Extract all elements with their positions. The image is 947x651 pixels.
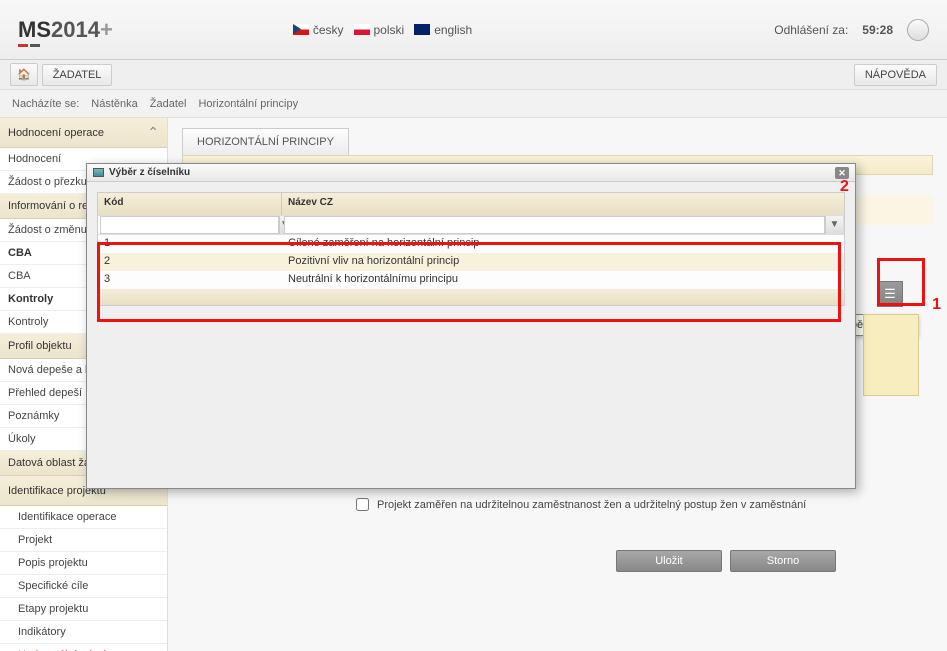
codebook-modal: Výběr z číselníku ✕ Kód Název CZ ▼ ▼ xyxy=(86,163,856,489)
section-label: Profil objektu xyxy=(8,340,72,352)
tab-horizontalni-principy[interactable]: HORIZONTÁLNÍ PRINCIPY xyxy=(182,128,349,155)
annotation-label-2: 2 xyxy=(840,178,849,196)
power-icon[interactable] xyxy=(907,19,929,41)
section-label: Informování o re xyxy=(8,200,88,212)
breadcrumb-zadatel[interactable]: Žadatel xyxy=(150,98,187,110)
annotation-box-1 xyxy=(877,258,925,306)
header-right: Odhlášení za: 59:28 xyxy=(774,19,929,41)
cell-nazev: Cílené zaměření na horizontální princip xyxy=(282,235,844,253)
app-header: MS2014+ česky polski english Odhlášení z… xyxy=(0,0,947,60)
lang-czech[interactable]: česky xyxy=(293,23,344,37)
sidebar-section-hodnoceni-operace[interactable]: Hodnocení operace ⌃ xyxy=(0,118,167,148)
modal-title-text: Výběr z číselníku xyxy=(109,167,190,178)
checkbox-label: Projekt zaměřen na udržitelnou zaměstnan… xyxy=(377,499,806,511)
cell-kod: 2 xyxy=(98,253,282,271)
sidebar-item-horizontalni-principy[interactable]: Horizontální principy xyxy=(0,644,167,651)
grid-filter-row: ▼ ▼ xyxy=(98,215,844,235)
logo-underline xyxy=(18,44,40,47)
language-switcher: česky polski english xyxy=(293,23,472,37)
button-row: Uložit Storno xyxy=(616,550,836,572)
annotation-label-1: 1 xyxy=(932,296,941,314)
grid-footer xyxy=(98,289,844,305)
cell-nazev: Pozitivní vliv na horizontální princip xyxy=(282,253,844,271)
grid-row[interactable]: 3 Neutrální k horizontálnímu principu xyxy=(98,271,844,289)
logout-timer: 59:28 xyxy=(862,23,893,37)
save-button[interactable]: Uložit xyxy=(616,550,722,572)
cancel-button[interactable]: Storno xyxy=(730,550,836,572)
section-label: Datová oblast žá xyxy=(8,457,90,469)
checkbox-row: Projekt zaměřen na udržitelnou zaměstnan… xyxy=(356,498,806,511)
breadcrumb-label: Nacházíte se: xyxy=(12,98,79,110)
lang-english[interactable]: english xyxy=(414,23,472,37)
window-icon xyxy=(93,168,104,177)
logo-year: 2014 xyxy=(51,17,100,42)
toolbar: 🏠 ŽADATEL NÁPOVĚDA xyxy=(0,60,947,90)
modal-close-button[interactable]: ✕ xyxy=(835,167,849,179)
lang-pl-label: polski xyxy=(374,23,405,37)
cell-kod: 3 xyxy=(98,271,282,289)
filter-input-nazev[interactable] xyxy=(284,216,825,234)
sidebar-item-indikatory[interactable]: Indikátory xyxy=(0,621,167,644)
sidebar-item-projekt[interactable]: Projekt xyxy=(0,529,167,552)
lang-polish[interactable]: polski xyxy=(354,23,405,37)
sidebar-item-specificke-cile[interactable]: Specifické cíle xyxy=(0,575,167,598)
logout-label: Odhlášení za: xyxy=(774,23,848,37)
breadcrumb: Nacházíte se: Nástěnka Žadatel Horizontá… xyxy=(0,90,947,118)
app-logo: MS2014+ xyxy=(18,17,113,43)
logo-ms: MS xyxy=(18,17,51,42)
grid-row[interactable]: 2 Pozitivní vliv na horizontální princip xyxy=(98,253,844,271)
col-header-kod[interactable]: Kód xyxy=(98,193,282,215)
help-button[interactable]: NÁPOVĚDA xyxy=(854,64,937,86)
home-button[interactable]: 🏠 xyxy=(10,63,38,86)
sidebar-item-etapy-projektu[interactable]: Etapy projektu xyxy=(0,598,167,621)
section-label: Hodnocení operace xyxy=(8,127,104,139)
chevron-up-icon: ⌃ xyxy=(147,124,159,141)
cell-kod: 1 xyxy=(98,235,282,253)
filter-nazev: ▼ xyxy=(282,216,844,234)
flag-pl-icon xyxy=(354,24,370,35)
breadcrumb-current: Horizontální principy xyxy=(198,98,298,110)
breadcrumb-nastenka[interactable]: Nástěnka xyxy=(91,98,137,110)
sidebar-item-identifikace-operace[interactable]: Identifikace operace xyxy=(0,506,167,529)
logo-plus: + xyxy=(100,17,113,42)
filter-kod: ▼ xyxy=(98,216,282,234)
filter-icon[interactable]: ▼ xyxy=(825,216,843,234)
zadatel-button[interactable]: ŽADATEL xyxy=(42,64,113,86)
flag-en-icon xyxy=(414,24,430,35)
modal-body: Kód Název CZ ▼ ▼ 1 Cílené zaměření na ho… xyxy=(87,182,855,316)
lang-en-label: english xyxy=(434,23,472,37)
grid-row[interactable]: 1 Cílené zaměření na horizontální princi… xyxy=(98,235,844,253)
sustainability-checkbox[interactable] xyxy=(356,498,369,511)
codebook-grid: Kód Název CZ ▼ ▼ 1 Cílené zaměření na ho… xyxy=(97,192,845,306)
sidebar-item-popis-projektu[interactable]: Popis projektu xyxy=(0,552,167,575)
grid-header: Kód Název CZ xyxy=(98,193,844,215)
modal-titlebar: Výběr z číselníku ✕ xyxy=(87,164,855,182)
flag-cz-icon xyxy=(293,24,309,35)
filter-input-kod[interactable] xyxy=(100,216,279,234)
col-header-nazev[interactable]: Název CZ xyxy=(282,193,844,215)
beige-box xyxy=(863,314,919,396)
lang-cz-label: česky xyxy=(313,23,344,37)
grid-rows: 1 Cílené zaměření na horizontální princi… xyxy=(98,235,844,289)
cell-nazev: Neutrální k horizontálnímu principu xyxy=(282,271,844,289)
